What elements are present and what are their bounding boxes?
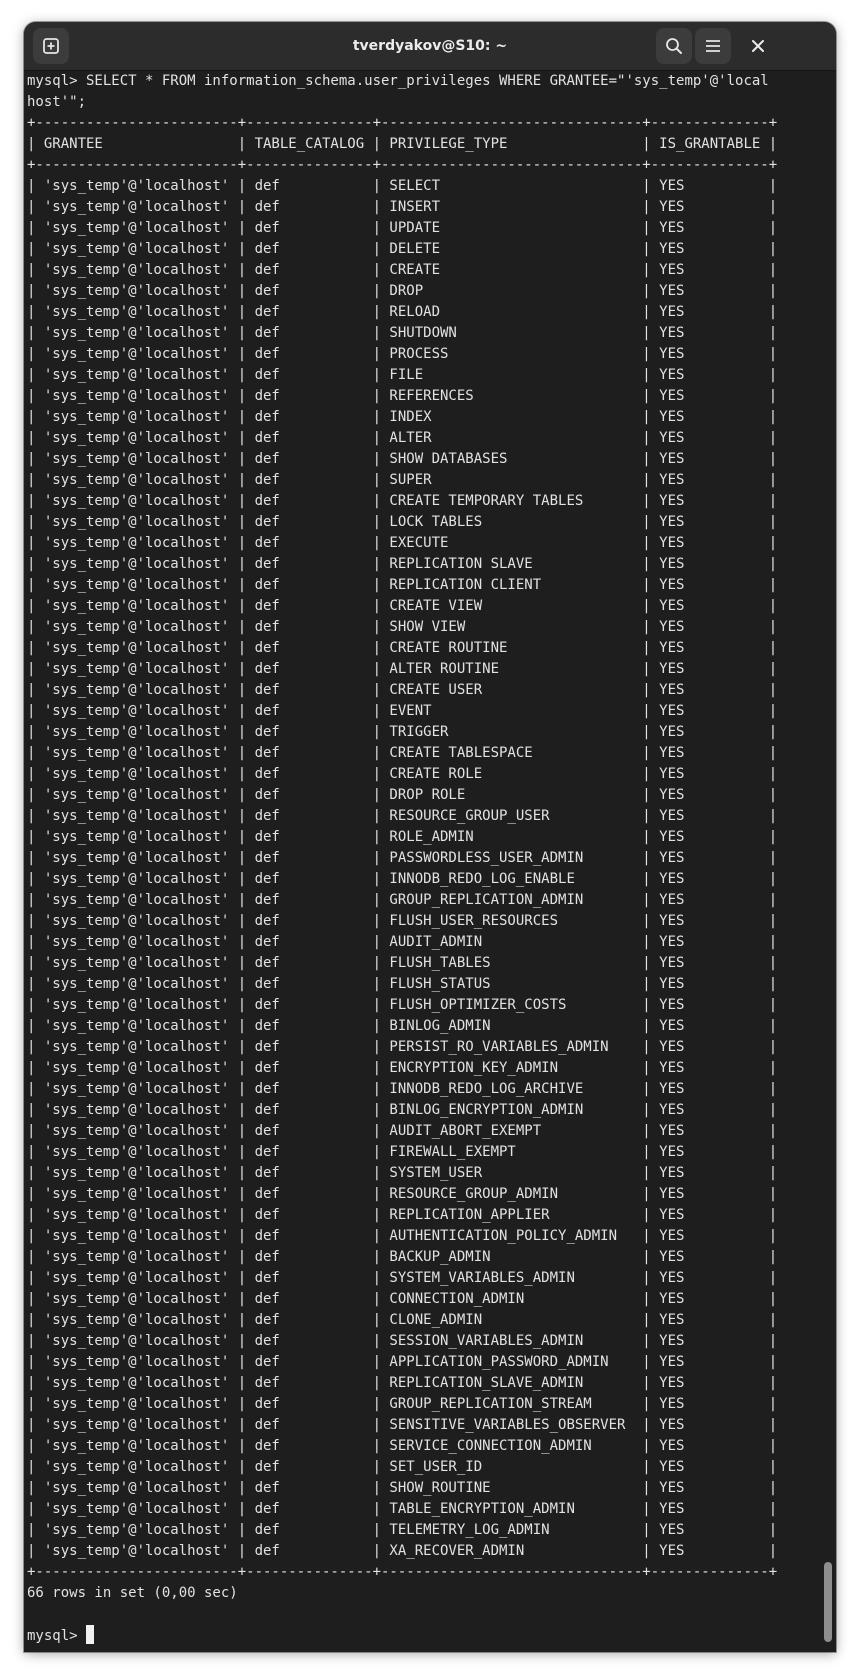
table-row: | 'sys_temp'@'localhost' | def | FLUSH_O… [27,997,778,1013]
table-row: | 'sys_temp'@'localhost' | def | FILE | … [27,367,778,383]
table-row: | 'sys_temp'@'localhost' | def | GROUP_R… [27,1396,778,1412]
table-row: | 'sys_temp'@'localhost' | def | ALTER R… [27,661,778,677]
table-row: | 'sys_temp'@'localhost' | def | DROP | … [27,283,778,299]
table-row: | 'sys_temp'@'localhost' | def | SERVICE… [27,1438,778,1454]
table-row: | 'sys_temp'@'localhost' | def | FLUSH_T… [27,955,778,971]
terminal-cursor [86,1625,95,1644]
table-row: | 'sys_temp'@'localhost' | def | SET_USE… [27,1459,778,1475]
table-row: | 'sys_temp'@'localhost' | def | AUDIT_A… [27,1123,778,1139]
table-row: | 'sys_temp'@'localhost' | def | ENCRYPT… [27,1060,778,1076]
search-icon [666,38,682,54]
table-row: | 'sys_temp'@'localhost' | def | TELEMET… [27,1522,778,1538]
table-row: | 'sys_temp'@'localhost' | def | SELECT … [27,178,778,194]
search-button[interactable] [656,28,692,64]
menu-button[interactable] [695,28,731,64]
table-row: | 'sys_temp'@'localhost' | def | CREATE … [27,493,778,509]
table-row: | 'sys_temp'@'localhost' | def | CREATE … [27,745,778,761]
table-row: | 'sys_temp'@'localhost' | def | DROP RO… [27,787,778,803]
table-row: | 'sys_temp'@'localhost' | def | SHOW_RO… [27,1480,778,1496]
table-row: | 'sys_temp'@'localhost' | def | XA_RECO… [27,1543,778,1559]
table-row: | 'sys_temp'@'localhost' | def | FLUSH_S… [27,976,778,992]
command-line: mysql> SELECT * FROM information_schema.… [27,73,769,89]
result-table: +------------------------+--------------… [27,115,777,1580]
terminal-window: tverdyakov@S10: ~ mysql> SELECT * FROM i… [24,22,836,1652]
table-row: | 'sys_temp'@'localhost' | def | ALTER |… [27,430,778,446]
table-row: | 'sys_temp'@'localhost' | def | FLUSH_U… [27,913,778,929]
table-row: | 'sys_temp'@'localhost' | def | APPLICA… [27,1354,778,1370]
table-row: | 'sys_temp'@'localhost' | def | PASSWOR… [27,850,778,866]
table-row: | 'sys_temp'@'localhost' | def | SHOW DA… [27,451,778,467]
table-row: | 'sys_temp'@'localhost' | def | INNODB_… [27,871,778,887]
terminal-output: mysql> SELECT * FROM information_schema.… [27,71,817,1647]
table-row: | 'sys_temp'@'localhost' | def | SHOW VI… [27,619,778,635]
table-row: | 'sys_temp'@'localhost' | def | SHUTDOW… [27,325,778,341]
table-row: | 'sys_temp'@'localhost' | def | AUTHENT… [27,1228,778,1244]
table-row: | 'sys_temp'@'localhost' | def | DELETE … [27,241,778,257]
scrollbar[interactable] [824,82,832,1642]
table-row: | 'sys_temp'@'localhost' | def | INSERT … [27,199,778,215]
table-row: | 'sys_temp'@'localhost' | def | REPLICA… [27,1375,778,1391]
table-row: | 'sys_temp'@'localhost' | def | ROLE_AD… [27,829,778,845]
table-row: | 'sys_temp'@'localhost' | def | EXECUTE… [27,535,778,551]
table-row: | 'sys_temp'@'localhost' | def | CREATE … [27,766,778,782]
table-header-row: | GRANTEE | TABLE_CATALOG | PRIVILEGE_TY… [27,136,778,152]
table-row: | 'sys_temp'@'localhost' | def | REFEREN… [27,388,778,404]
table-row: | 'sys_temp'@'localhost' | def | LOCK TA… [27,514,778,530]
table-border-header: +------------------------+--------------… [27,157,778,173]
table-border-top: +------------------------+--------------… [27,115,778,131]
table-row: | 'sys_temp'@'localhost' | def | FIREWAL… [27,1144,778,1160]
result-summary: 66 rows in set (0,00 sec) [27,1585,238,1601]
table-row: | 'sys_temp'@'localhost' | def | PERSIST… [27,1039,778,1055]
table-row: | 'sys_temp'@'localhost' | def | UPDATE … [27,220,778,236]
command-line-continuation: host'"; [27,94,87,110]
table-row: | 'sys_temp'@'localhost' | def | CLONE_A… [27,1312,778,1328]
table-row: | 'sys_temp'@'localhost' | def | RESOURC… [27,1186,778,1202]
table-border-bottom: +------------------------+--------------… [27,1564,778,1580]
table-row: | 'sys_temp'@'localhost' | def | SENSITI… [27,1417,778,1433]
table-row: | 'sys_temp'@'localhost' | def | REPLICA… [27,1207,778,1223]
table-row: | 'sys_temp'@'localhost' | def | CREATE … [27,640,778,656]
table-row: | 'sys_temp'@'localhost' | def | TRIGGER… [27,724,778,740]
table-row: | 'sys_temp'@'localhost' | def | SESSION… [27,1333,778,1349]
table-row: | 'sys_temp'@'localhost' | def | CONNECT… [27,1291,778,1307]
table-row: | 'sys_temp'@'localhost' | def | RELOAD … [27,304,778,320]
table-row: | 'sys_temp'@'localhost' | def | GROUP_R… [27,892,778,908]
table-row: | 'sys_temp'@'localhost' | def | AUDIT_A… [27,934,778,950]
table-row: | 'sys_temp'@'localhost' | def | REPLICA… [27,556,778,572]
table-row: | 'sys_temp'@'localhost' | def | RESOURC… [27,808,778,824]
table-row: | 'sys_temp'@'localhost' | def | INNODB_… [27,1081,778,1097]
table-row: | 'sys_temp'@'localhost' | def | SYSTEM_… [27,1165,778,1181]
hamburger-menu-icon [706,40,720,52]
table-row: | 'sys_temp'@'localhost' | def | REPLICA… [27,577,778,593]
titlebar: tverdyakov@S10: ~ [24,22,836,71]
close-icon [752,40,764,52]
scrollbar-thumb[interactable] [824,1562,832,1642]
table-row: | 'sys_temp'@'localhost' | def | BACKUP_… [27,1249,778,1265]
table-row: | 'sys_temp'@'localhost' | def | TABLE_E… [27,1501,778,1517]
table-row: | 'sys_temp'@'localhost' | def | SUPER |… [27,472,778,488]
prompt: mysql> [27,1628,87,1644]
table-row: | 'sys_temp'@'localhost' | def | BINLOG_… [27,1018,778,1034]
table-row: | 'sys_temp'@'localhost' | def | CREATE … [27,682,778,698]
table-row: | 'sys_temp'@'localhost' | def | INDEX |… [27,409,778,425]
table-row: | 'sys_temp'@'localhost' | def | SYSTEM_… [27,1270,778,1286]
table-row: | 'sys_temp'@'localhost' | def | PROCESS… [27,346,778,362]
table-row: | 'sys_temp'@'localhost' | def | CREATE … [27,262,778,278]
close-button[interactable] [740,28,776,64]
table-row: | 'sys_temp'@'localhost' | def | EVENT |… [27,703,778,719]
table-row: | 'sys_temp'@'localhost' | def | BINLOG_… [27,1102,778,1118]
table-row: | 'sys_temp'@'localhost' | def | CREATE … [27,598,778,614]
terminal-content[interactable]: mysql> SELECT * FROM information_schema.… [27,71,817,1651]
